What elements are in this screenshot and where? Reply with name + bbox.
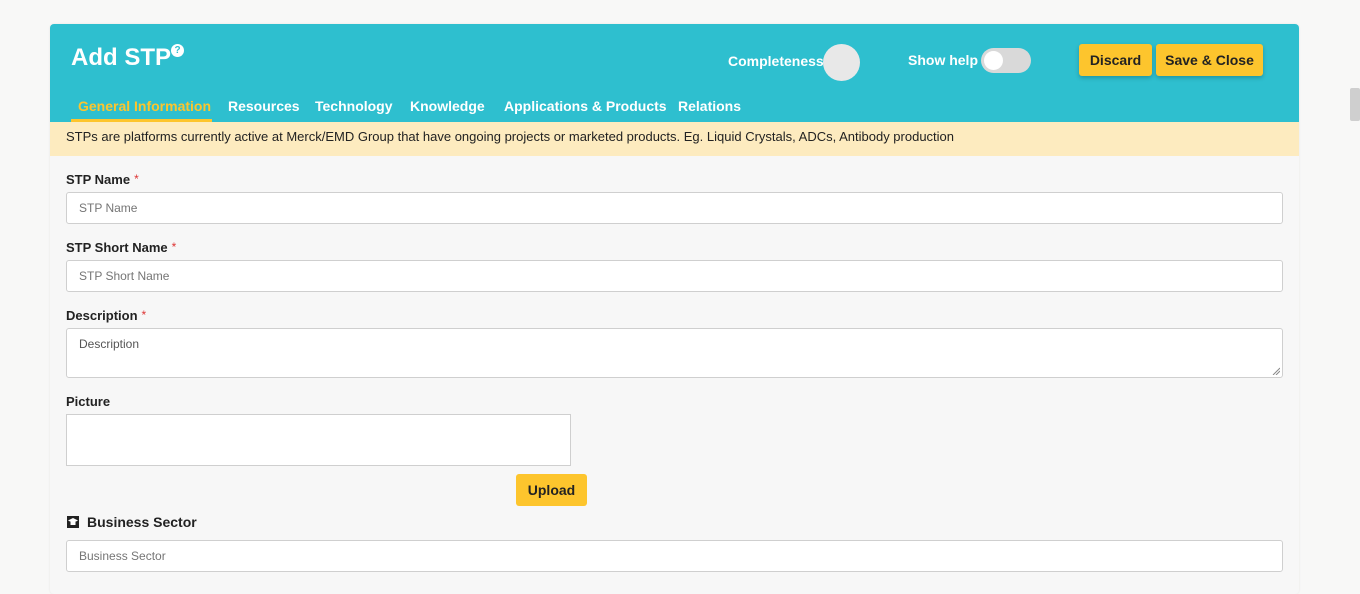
page-scrollbar[interactable] [1350, 88, 1360, 121]
stp-name-input[interactable] [66, 192, 1283, 224]
description-placeholder: Description [79, 337, 140, 351]
graduation-cap-icon [67, 516, 79, 528]
stp-name-label: STP Name * [66, 172, 139, 187]
discard-button[interactable]: Discard [1079, 44, 1152, 76]
stp-short-name-label-text: STP Short Name [66, 240, 168, 255]
show-help-toggle[interactable] [981, 48, 1031, 73]
picture-preview [66, 414, 571, 466]
toggle-knob [984, 51, 1003, 70]
upload-button[interactable]: Upload [516, 474, 587, 506]
tab-bar: General Information Resources Technology… [50, 98, 1299, 122]
tab-technology[interactable]: Technology [315, 98, 393, 122]
tab-relations[interactable]: Relations [678, 98, 741, 122]
description-textarea[interactable]: Description [66, 328, 1283, 378]
business-sector-input[interactable] [66, 540, 1283, 572]
show-help-label: Show help [908, 52, 978, 68]
resize-grip-icon[interactable] [1272, 367, 1280, 375]
required-mark: * [171, 240, 177, 254]
business-sector-label-text: Business Sector [87, 514, 197, 530]
picture-label: Picture [66, 394, 111, 409]
page-title: Add STP [71, 44, 171, 71]
required-mark: * [134, 172, 139, 186]
required-mark: * [141, 308, 147, 322]
tab-applications-products[interactable]: Applications & Products [504, 98, 667, 122]
stp-short-name-label: STP Short Name * [66, 240, 176, 255]
stp-name-label-text: STP Name [66, 172, 131, 187]
stp-short-name-input[interactable] [66, 260, 1283, 292]
description-label: Description * [66, 308, 146, 323]
description-label-text: Description [66, 308, 138, 323]
tab-general-information[interactable]: General Information [71, 98, 212, 122]
business-sector-label: Business Sector [66, 514, 197, 530]
info-banner: STPs are platforms currently active at M… [50, 122, 1299, 156]
completeness-label: Completeness [728, 53, 824, 69]
tab-resources[interactable]: Resources [228, 98, 300, 122]
add-stp-dialog: Add STP ? Completeness Show help Discard… [50, 24, 1299, 594]
help-icon[interactable]: ? [171, 44, 184, 57]
tab-knowledge[interactable]: Knowledge [410, 98, 485, 122]
completeness-indicator [823, 44, 860, 81]
save-close-button[interactable]: Save & Close [1156, 44, 1263, 76]
dialog-header: Add STP ? Completeness Show help Discard… [50, 24, 1299, 122]
